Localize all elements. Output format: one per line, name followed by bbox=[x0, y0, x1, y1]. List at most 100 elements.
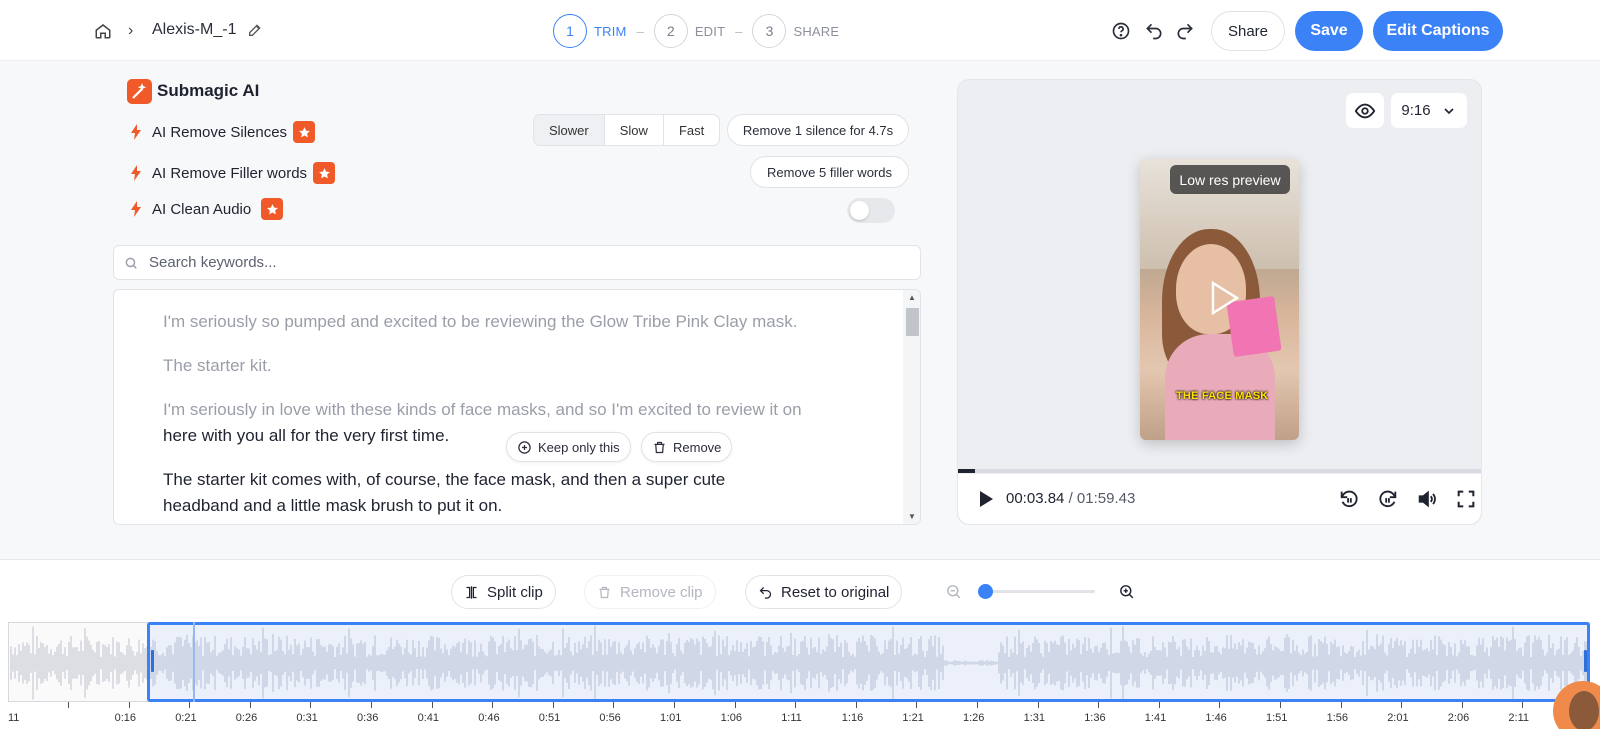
zoom-in-icon[interactable] bbox=[1118, 583, 1135, 600]
ruler-tick bbox=[68, 702, 69, 708]
clip-selection[interactable] bbox=[147, 622, 1590, 702]
playback-progress[interactable] bbox=[958, 469, 1481, 473]
ruler-tick bbox=[431, 702, 433, 708]
speed-fast[interactable]: Fast bbox=[664, 115, 719, 145]
transcript-line[interactable]: headband and a little mask brush to put … bbox=[163, 493, 502, 519]
ruler-tick bbox=[189, 702, 191, 708]
silence-speed-selector: Slower Slow Fast bbox=[533, 114, 721, 146]
zoom-out-icon[interactable] bbox=[945, 583, 962, 600]
zoom-slider[interactable] bbox=[978, 584, 1095, 599]
clean-audio-toggle[interactable] bbox=[847, 198, 895, 223]
speed-slow[interactable]: Slow bbox=[605, 115, 664, 145]
zoom-slider-handle[interactable] bbox=[978, 584, 993, 599]
fullscreen-icon[interactable] bbox=[1455, 488, 1477, 510]
ruler-label: 0:31 bbox=[296, 712, 318, 724]
ruler-tick bbox=[674, 702, 675, 708]
bolt-icon bbox=[131, 124, 141, 140]
feature-remove-filler: AI Remove Filler words bbox=[130, 162, 336, 184]
split-clip-label: Split clip bbox=[487, 583, 543, 601]
transcript-line[interactable]: here with you all for the very first tim… bbox=[163, 423, 449, 449]
scroll-up-icon[interactable]: ▲ bbox=[908, 293, 916, 302]
volume-icon[interactable] bbox=[1416, 488, 1438, 510]
ruler-tick bbox=[310, 702, 312, 708]
speed-slower[interactable]: Slower bbox=[534, 115, 605, 145]
remove-button[interactable]: Remove bbox=[641, 432, 733, 462]
clip-start-handle[interactable] bbox=[151, 650, 154, 672]
transcript-scrollbar[interactable]: ▲ ▼ bbox=[903, 290, 920, 524]
aspect-ratio-value: 9:16 bbox=[1401, 102, 1431, 119]
search-input[interactable] bbox=[149, 246, 909, 279]
project-name[interactable]: Alexis-M_-1 bbox=[152, 21, 236, 39]
transcript-line[interactable]: The starter kit. bbox=[163, 353, 272, 379]
undo-icon bbox=[759, 586, 772, 599]
step-indicator: 1 TRIM – 2 EDIT – 3 SHARE bbox=[553, 14, 839, 48]
ruler-label: 0:16 bbox=[114, 712, 137, 724]
low-res-badge: Low res preview bbox=[1170, 165, 1290, 194]
redo-icon[interactable] bbox=[1175, 21, 1195, 41]
rewind-icon[interactable] bbox=[1338, 488, 1360, 510]
split-icon bbox=[466, 585, 477, 599]
remove-clip-button[interactable]: Remove clip bbox=[584, 575, 716, 609]
step-edit[interactable]: 2 EDIT bbox=[653, 14, 726, 48]
ruler-tick bbox=[916, 702, 918, 708]
premium-star-icon bbox=[313, 162, 336, 184]
ruler-tick bbox=[1340, 702, 1342, 708]
trash-icon bbox=[654, 441, 665, 453]
share-button[interactable]: Share bbox=[1211, 11, 1285, 51]
transcript-line[interactable]: I'm seriously so pumped and excited to b… bbox=[163, 309, 797, 335]
ruler-label: 1:51 bbox=[1266, 712, 1288, 724]
ruler-tick bbox=[1037, 702, 1039, 708]
scrollbar-thumb[interactable] bbox=[906, 308, 919, 336]
ruler-tick bbox=[1098, 702, 1100, 708]
step-label: TRIM bbox=[594, 23, 627, 39]
split-clip-button[interactable]: Split clip bbox=[451, 575, 556, 609]
feature-clean-audio: AI Clean Audio bbox=[130, 198, 284, 220]
ruler-tick bbox=[552, 702, 554, 708]
plus-circle-icon bbox=[518, 440, 531, 454]
reset-original-button[interactable]: Reset to original bbox=[745, 575, 903, 609]
progress-fill bbox=[958, 469, 975, 473]
caption-preview: THE FACE MASK bbox=[1176, 390, 1269, 402]
ruler-label: 2:06 bbox=[1447, 712, 1470, 724]
home-icon[interactable] bbox=[94, 22, 112, 40]
transcript-line[interactable]: The starter kit comes with, of course, t… bbox=[163, 467, 725, 493]
submagic-logo-icon bbox=[127, 79, 152, 104]
step-trim[interactable]: 1 TRIM bbox=[553, 14, 627, 48]
ruler-label: 1:56 bbox=[1326, 712, 1349, 724]
transcript-panel: I'm seriously so pumped and excited to b… bbox=[113, 289, 921, 525]
step-label: EDIT bbox=[694, 23, 726, 39]
edit-captions-button[interactable]: Edit Captions bbox=[1373, 11, 1503, 51]
remove-silence-button[interactable]: Remove 1 silence for 4.7s bbox=[727, 114, 909, 146]
keyword-search bbox=[113, 245, 921, 280]
ruler-label: 1:26 bbox=[963, 712, 985, 724]
ruler-label: 2:11 bbox=[1508, 712, 1529, 724]
aspect-ratio-dropdown[interactable]: 9:16 bbox=[1391, 93, 1467, 128]
preview-visibility-button[interactable] bbox=[1346, 93, 1384, 128]
ruler-label: 0:51 bbox=[538, 712, 561, 724]
forward-icon[interactable] bbox=[1377, 488, 1399, 510]
save-button[interactable]: Save bbox=[1295, 11, 1363, 51]
play-overlay-icon[interactable] bbox=[1203, 278, 1243, 318]
keep-only-label: Keep only this bbox=[538, 439, 620, 455]
ruler-tick bbox=[492, 702, 494, 708]
bolt-icon bbox=[131, 201, 141, 217]
timeline-playhead[interactable] bbox=[193, 622, 195, 702]
step-share[interactable]: 3 SHARE bbox=[752, 14, 839, 48]
toggle-knob bbox=[850, 201, 869, 220]
transcript-line[interactable]: I'm seriously in love with these kinds o… bbox=[163, 397, 802, 423]
scroll-down-icon[interactable]: ▼ bbox=[908, 512, 916, 521]
ruler-tick bbox=[249, 702, 251, 708]
ruler-tick bbox=[613, 702, 615, 708]
play-icon[interactable] bbox=[978, 490, 994, 508]
remove-filler-button[interactable]: Remove 5 filler words bbox=[750, 156, 909, 188]
keep-only-button[interactable]: Keep only this bbox=[506, 432, 631, 462]
clip-end-handle[interactable] bbox=[1584, 650, 1587, 672]
undo-icon[interactable] bbox=[1144, 21, 1164, 41]
premium-star-icon bbox=[261, 198, 284, 220]
ruler-label: 1:41 bbox=[1144, 712, 1167, 724]
step-separator: – bbox=[735, 23, 743, 39]
pencil-icon[interactable] bbox=[247, 22, 263, 38]
ruler-tick bbox=[855, 702, 857, 708]
ruler-tick bbox=[371, 702, 372, 708]
help-icon[interactable] bbox=[1111, 21, 1131, 41]
